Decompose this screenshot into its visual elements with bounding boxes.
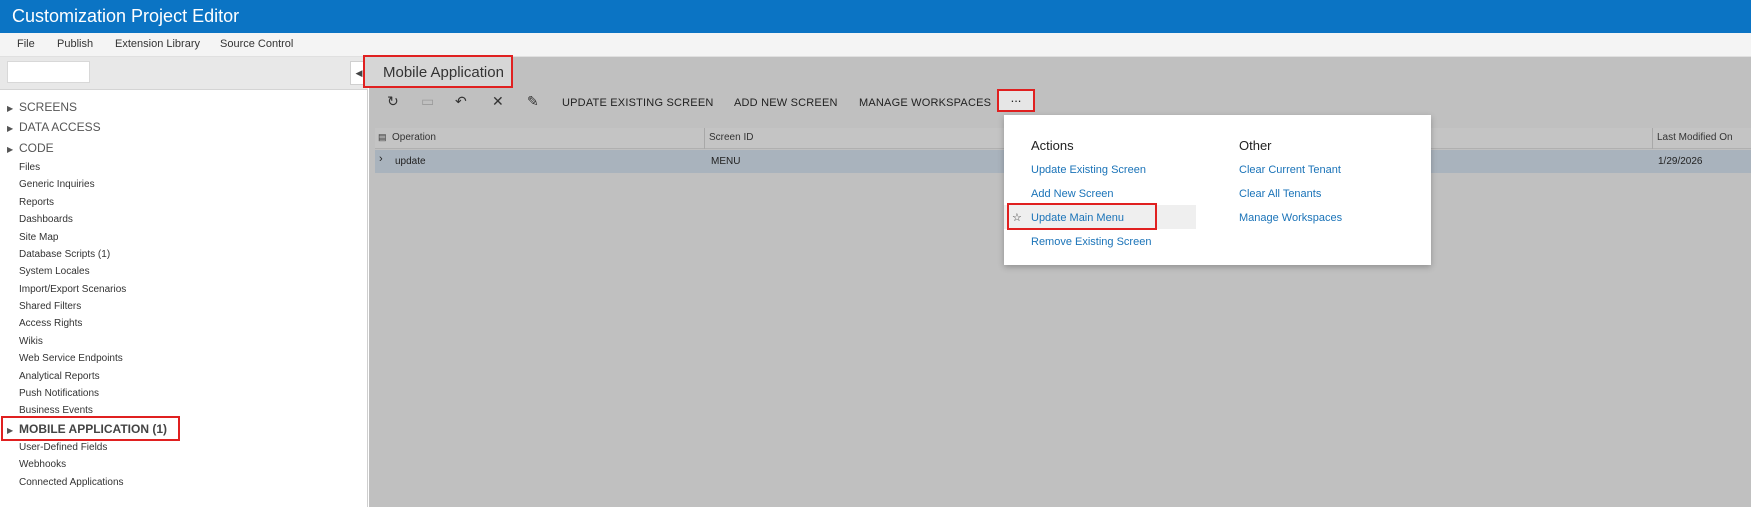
grid-settings-icon[interactable]: ▤ [378, 132, 387, 143]
actions-section-header: Actions [1031, 138, 1074, 153]
column-divider [704, 128, 705, 149]
app-title: Customization Project Editor [12, 6, 240, 26]
column-header-last-modified[interactable]: Last Modified On [1657, 132, 1733, 143]
undo-icon[interactable]: ↶ [455, 93, 467, 110]
menu-bar: File Publish Extension Library Source Co… [0, 33, 1751, 57]
tree-item-reports[interactable]: Reports [19, 197, 54, 208]
row-expand-icon[interactable]: › [379, 153, 383, 165]
highlight-box [1007, 203, 1157, 230]
save-icon[interactable]: ▭ [421, 93, 434, 110]
menu-item-update-existing-screen[interactable]: Update Existing Screen [1031, 164, 1146, 176]
menu-source-control[interactable]: Source Control [220, 38, 293, 50]
cell-operation: update [395, 156, 426, 167]
highlight-box [1, 416, 180, 441]
tree-item-webhooks[interactable]: Webhooks [19, 459, 66, 470]
expand-arrow-icon[interactable]: ▶ [7, 145, 19, 154]
tree-node-data-access[interactable]: ▶ DATA ACCESS [7, 120, 101, 134]
menu-item-clear-current-tenant[interactable]: Clear Current Tenant [1239, 164, 1341, 176]
menu-item-clear-all-tenants[interactable]: Clear All Tenants [1239, 188, 1321, 200]
tree-node-screens[interactable]: ▶ SCREENS [7, 100, 77, 114]
tree-item-access-rights[interactable]: Access Rights [19, 318, 82, 329]
tree-item-analytical-reports[interactable]: Analytical Reports [19, 371, 100, 382]
tree-item-user-defined-fields[interactable]: User-Defined Fields [19, 442, 107, 453]
cell-last-modified: 1/29/2026 [1658, 156, 1703, 167]
project-tree-panel: ◀ ▶ SCREENS ▶ DATA ACCESS ▶ CODE Files Gene… [0, 57, 368, 507]
manage-workspaces-button[interactable]: MANAGE WORKSPACES [859, 97, 991, 109]
column-header-screen-id[interactable]: Screen ID [709, 132, 753, 143]
cell-screen-id: MENU [711, 156, 741, 167]
delete-icon[interactable]: ✕ [492, 93, 504, 110]
other-section-header: Other [1239, 138, 1272, 153]
tree-item-business-events[interactable]: Business Events [19, 405, 93, 416]
menu-item-add-new-screen[interactable]: Add New Screen [1031, 188, 1114, 200]
tree-item-connected-applications[interactable]: Connected Applications [19, 477, 124, 488]
column-divider [1652, 128, 1653, 149]
tree-node-code[interactable]: ▶ CODE [7, 141, 54, 155]
column-header-operation[interactable]: Operation [392, 132, 436, 143]
menu-item-remove-existing-screen[interactable]: Remove Existing Screen [1031, 236, 1151, 248]
tree-search-input[interactable] [7, 61, 90, 83]
expand-arrow-icon[interactable]: ▶ [7, 104, 19, 113]
tree-item-system-locales[interactable]: System Locales [19, 266, 90, 277]
tree-item-wikis[interactable]: Wikis [19, 336, 43, 347]
menu-file[interactable]: File [17, 38, 35, 50]
menu-extension-library[interactable]: Extension Library [115, 38, 200, 50]
edit-icon[interactable]: ✎ [527, 93, 539, 110]
menu-item-manage-workspaces[interactable]: Manage Workspaces [1239, 212, 1342, 224]
tree-item-push-notifications[interactable]: Push Notifications [19, 388, 99, 399]
tree-item-web-service-endpoints[interactable]: Web Service Endpoints [19, 353, 123, 364]
tree-item-dashboards[interactable]: Dashboards [19, 214, 73, 225]
tree-item-import-export-scenarios[interactable]: Import/Export Scenarios [19, 284, 126, 295]
tree-item-shared-filters[interactable]: Shared Filters [19, 301, 81, 312]
tree-item-site-map[interactable]: Site Map [19, 232, 58, 243]
page-title: Mobile Application [363, 55, 513, 88]
menu-publish[interactable]: Publish [57, 38, 93, 50]
refresh-icon[interactable]: ↻ [387, 93, 399, 110]
tree-search-bar [0, 57, 368, 90]
update-existing-screen-button[interactable]: UPDATE EXISTING SCREEN [562, 97, 714, 109]
tree-item-generic-inquiries[interactable]: Generic Inquiries [19, 179, 95, 190]
tree-item-files[interactable]: Files [19, 162, 40, 173]
tree-item-database-scripts[interactable]: Database Scripts (1) [19, 249, 110, 260]
add-new-screen-button[interactable]: ADD NEW SCREEN [734, 97, 838, 109]
expand-arrow-icon[interactable]: ▶ [7, 124, 19, 133]
title-bar: Customization Project Editor [0, 0, 1751, 33]
more-actions-button[interactable]: ... [997, 89, 1035, 112]
